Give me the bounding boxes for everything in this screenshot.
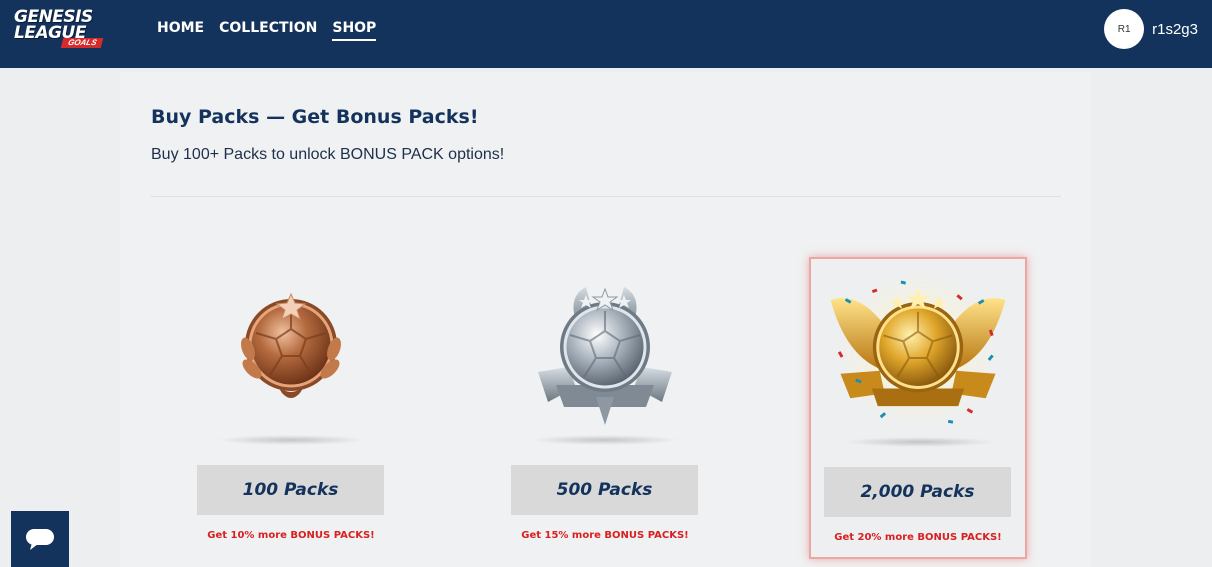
chat-icon bbox=[26, 529, 54, 550]
nav-home[interactable]: HOME bbox=[157, 19, 204, 41]
nav-collection[interactable]: COLLECTION bbox=[219, 19, 317, 41]
user-menu[interactable]: R1 r1s2g3 bbox=[1104, 9, 1198, 49]
medal-shadow bbox=[530, 435, 680, 445]
pack-card-2000: 2,000 Packs Get 20% more BONUS PACKS! bbox=[809, 257, 1027, 559]
pack-card-500: 500 Packs Get 15% more BONUS PACKS! bbox=[496, 257, 714, 559]
gold-medal-icon bbox=[830, 270, 1006, 428]
bonus-text-100: Get 10% more BONUS PACKS! bbox=[207, 530, 375, 541]
buy-500-packs-button[interactable]: 500 Packs bbox=[511, 465, 698, 515]
page-title: Buy Packs — Get Bonus Packs! bbox=[151, 106, 479, 128]
bronze-medal-icon bbox=[241, 292, 341, 398]
avatar[interactable]: R1 bbox=[1104, 9, 1145, 49]
medal-shadow bbox=[216, 435, 366, 445]
bonus-text-2000: Get 20% more BONUS PACKS! bbox=[834, 532, 1002, 543]
nav-shop[interactable]: SHOP bbox=[332, 19, 377, 41]
username[interactable]: r1s2g3 bbox=[1152, 21, 1198, 38]
buy-2000-packs-button[interactable]: 2,000 Packs bbox=[824, 467, 1011, 517]
top-navbar: GENESIS LEAGUE GOALS HOME COLLECTION SHO… bbox=[0, 0, 1212, 68]
silver-medal-icon bbox=[538, 287, 672, 425]
chat-widget-button[interactable] bbox=[11, 511, 69, 567]
divider bbox=[151, 196, 1061, 197]
genesis-league-logo[interactable]: GENESIS LEAGUE GOALS bbox=[14, 9, 122, 49]
pack-card-100: 100 Packs Get 10% more BONUS PACKS! bbox=[182, 257, 400, 559]
bonus-text-500: Get 15% more BONUS PACKS! bbox=[521, 530, 689, 541]
page-subtitle: Buy 100+ Packs to unlock BONUS PACK opti… bbox=[151, 146, 505, 163]
buy-100-packs-button[interactable]: 100 Packs bbox=[197, 465, 384, 515]
medal-shadow bbox=[845, 437, 995, 447]
shop-panel: Buy Packs — Get Bonus Packs! Buy 100+ Pa… bbox=[120, 72, 1091, 567]
main-nav: HOME COLLECTION SHOP bbox=[157, 19, 377, 41]
logo-line-3: GOALS bbox=[60, 38, 104, 48]
